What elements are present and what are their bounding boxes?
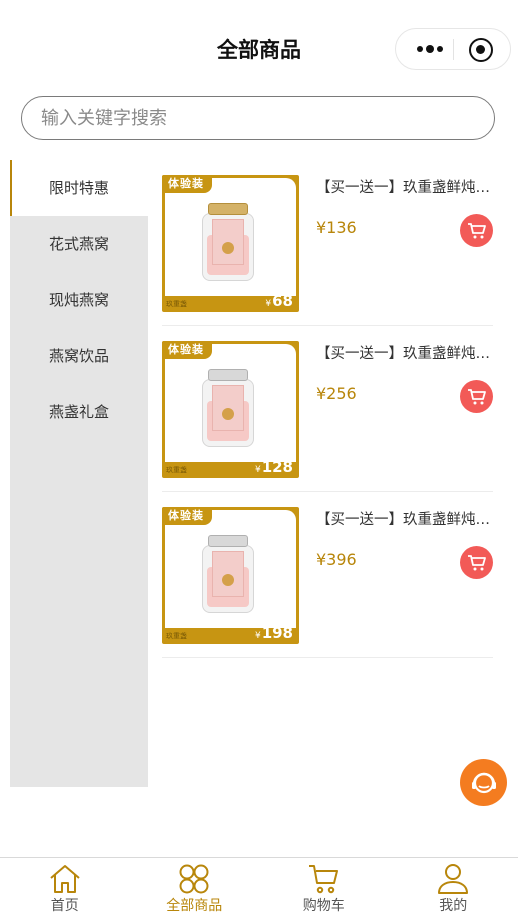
tab-home[interactable]: 首页 [0, 858, 130, 920]
sidebar-item-fancy-birdnest[interactable]: 花式燕窝 [10, 216, 148, 272]
cart-icon [467, 222, 486, 238]
sidebar-item-drinks[interactable]: 燕窝饮品 [10, 328, 148, 384]
trial-badge: 体验装 [162, 507, 212, 525]
search-box [21, 96, 495, 140]
close-program-icon[interactable] [469, 38, 493, 62]
mini-program-capsule [395, 28, 511, 70]
trial-badge: 体验装 [162, 341, 212, 359]
product-name: 【买一送一】玖重盏鲜炖燕窝 [316, 346, 493, 362]
brand-logo-text: 玖重盏 [166, 632, 187, 640]
sidebar-item-fresh-stewed[interactable]: 现炖燕窝 [10, 272, 148, 328]
sidebar-item-label: 花式燕窝 [48, 235, 109, 253]
customer-service-button[interactable] [460, 759, 507, 806]
product-price: ¥136 [316, 218, 357, 237]
home-icon [50, 865, 80, 893]
product-item[interactable]: 体验装 玖重盏 ¥128 【买一送一】玖重盏鲜炖燕窝 ¥256 [162, 326, 493, 492]
tab-label: 全部商品 [166, 898, 223, 914]
bottom-tab-bar: 首页 全部商品 购物车 我的 [0, 857, 518, 920]
sidebar-item-gift-box[interactable]: 燕盏礼盒 [10, 384, 148, 440]
sidebar-item-label: 限时特惠 [48, 179, 109, 197]
brand-logo-text: 玖重盏 [166, 300, 187, 308]
sidebar-item-label: 燕盏礼盒 [48, 403, 109, 421]
tab-label: 首页 [50, 898, 79, 914]
product-item[interactable]: 体验装 玖重盏 ¥68 【买一送一】玖重盏鲜炖燕窝 ¥136 [162, 160, 493, 326]
product-name: 【买一送一】玖重盏鲜炖燕窝 [316, 512, 493, 528]
tab-label: 购物车 [302, 898, 345, 914]
add-to-cart-button[interactable] [460, 380, 493, 413]
trial-badge: 体验装 [162, 175, 212, 193]
category-sidebar: 限时特惠 花式燕窝 现炖燕窝 燕窝饮品 燕盏礼盒 [10, 160, 148, 787]
product-item[interactable]: 体验装 玖重盏 ¥198 【买一送一】玖重盏鲜炖燕窝 ¥396 [162, 492, 493, 658]
image-price: ¥198 [254, 624, 293, 642]
add-to-cart-button[interactable] [460, 214, 493, 247]
brand-logo-text: 玖重盏 [166, 466, 187, 474]
headset-icon [471, 772, 496, 793]
user-icon [438, 864, 469, 894]
product-price: ¥256 [316, 384, 357, 403]
product-image[interactable]: 体验装 玖重盏 ¥128 [162, 341, 299, 478]
capsule-divider [453, 39, 454, 60]
category-icon [179, 864, 209, 894]
page: 全部商品 限时特惠 花式燕窝 现炖燕窝 燕窝饮品 燕盏礼盒 [0, 0, 518, 920]
tab-cart[interactable]: 购物车 [259, 858, 389, 920]
cart-icon [308, 865, 338, 894]
cart-icon [467, 554, 486, 570]
tab-all-products[interactable]: 全部商品 [130, 858, 260, 920]
jar-image [200, 369, 256, 449]
product-price: ¥396 [316, 550, 357, 569]
search-input[interactable] [22, 97, 494, 139]
product-image[interactable]: 体验装 玖重盏 ¥68 [162, 175, 299, 312]
product-list: 体验装 玖重盏 ¥68 【买一送一】玖重盏鲜炖燕窝 ¥136 体验装 玖重盏 ¥… [162, 160, 493, 658]
add-to-cart-button[interactable] [460, 546, 493, 579]
product-image[interactable]: 体验装 玖重盏 ¥198 [162, 507, 299, 644]
more-options-icon[interactable] [408, 39, 452, 59]
sidebar-item-limited-offer[interactable]: 限时特惠 [10, 160, 148, 216]
image-price: ¥128 [254, 458, 293, 476]
jar-image [200, 203, 256, 283]
jar-image [200, 535, 256, 615]
tab-label: 我的 [439, 898, 468, 914]
sidebar-item-label: 现炖燕窝 [48, 291, 109, 309]
product-name: 【买一送一】玖重盏鲜炖燕窝 [316, 180, 493, 196]
image-price: ¥68 [265, 292, 293, 310]
sidebar-item-label: 燕窝饮品 [48, 347, 109, 365]
tab-mine[interactable]: 我的 [389, 858, 518, 920]
nav-header: 全部商品 [0, 0, 518, 96]
cart-icon [467, 388, 486, 404]
